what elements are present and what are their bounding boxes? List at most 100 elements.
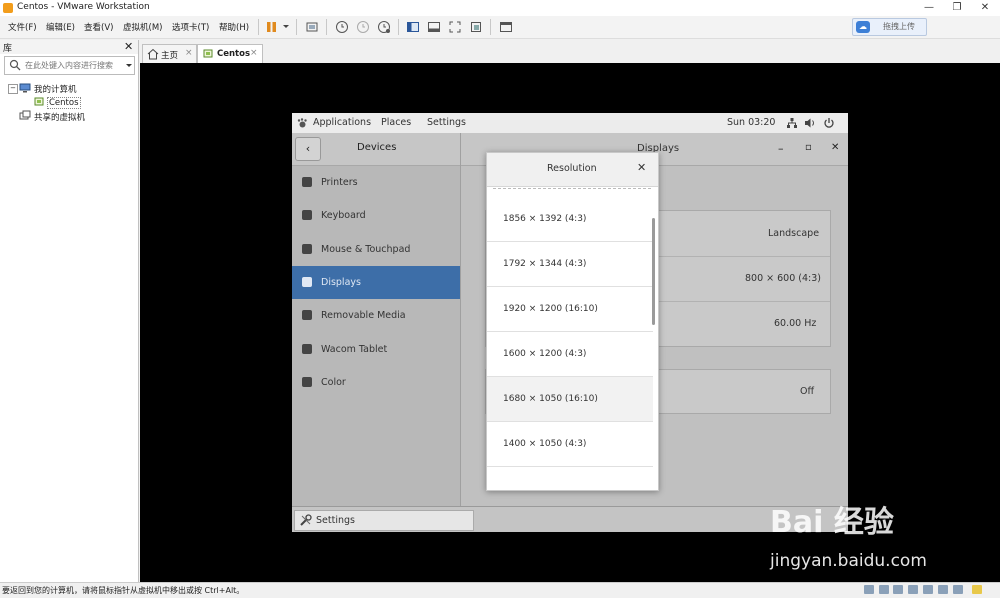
sidebar-item-keyboard[interactable]: Keyboard — [292, 199, 460, 232]
shared-vm-icon — [19, 110, 31, 125]
gnome-clock[interactable]: Sun 03:20 — [727, 117, 775, 128]
tab-centos-label: Centos — [217, 49, 251, 59]
resolution-value[interactable]: 800 × 600 (4:3) — [745, 273, 821, 284]
resolution-option-highlighted[interactable]: 1680 × 1050 (16:10) — [487, 377, 653, 422]
sidebar-item-label: Color — [321, 377, 346, 388]
status-bar: 要返回到您的计算机，请将鼠标指针从虚拟机中移出或按 Ctrl+Alt。 — [0, 582, 1000, 598]
library-panel: 库 ✕ 在此处键入内容进行搜索 − 我的计算机 Centos 共享的虚拟机 — [0, 40, 139, 582]
console-view-icon[interactable] — [498, 19, 514, 35]
toggle-value[interactable]: Off — [800, 386, 814, 397]
mouse-icon — [302, 244, 312, 254]
sidebar-item-removable-media[interactable]: Removable Media — [292, 299, 460, 332]
message-icon[interactable] — [972, 585, 982, 594]
gnome-settings-menu[interactable]: Settings — [427, 117, 466, 128]
sidebar-header: ‹ Devices — [292, 133, 460, 166]
gnome-places-menu[interactable]: Places — [381, 117, 411, 128]
usb-device-icon[interactable] — [893, 585, 903, 594]
refresh-rate-value[interactable]: 60.00 Hz — [774, 318, 816, 329]
search-placeholder: 在此处键入内容进行搜索 — [25, 61, 113, 70]
resolution-option[interactable]: 1792 × 1344 (4:3) — [487, 242, 653, 287]
menu-view[interactable]: 查看(V) — [84, 21, 113, 33]
close-button[interactable]: ✕ — [971, 0, 999, 16]
tab-centos-close[interactable]: × — [250, 48, 258, 58]
power-icon[interactable] — [823, 117, 835, 132]
tree-centos[interactable]: Centos — [47, 97, 81, 109]
menu-vm[interactable]: 虚拟机(M) — [123, 21, 162, 33]
thumbnail-bar-icon[interactable] — [426, 19, 442, 35]
revert-snapshot-icon[interactable] — [355, 19, 371, 35]
wrench-icon — [299, 514, 312, 530]
search-icon — [9, 59, 21, 74]
gnome-foot-icon — [297, 118, 308, 132]
resolution-option[interactable]: 1600 × 1200 (4:3) — [487, 332, 653, 377]
sound-status-icon[interactable] — [923, 585, 933, 594]
resolution-option[interactable]: 1856 × 1392 (4:3) — [487, 197, 653, 242]
resolution-option-label: 1600 × 1200 (4:3) — [503, 349, 587, 359]
orientation-value[interactable]: Landscape — [768, 228, 819, 239]
gnome-applications-menu[interactable]: Applications — [313, 117, 371, 128]
show-library-icon[interactable] — [405, 19, 421, 35]
drag-upload-label: 拖拽上传 — [883, 22, 915, 31]
resolution-option-label: 1856 × 1392 (4:3) — [503, 214, 587, 224]
dialog-scrollbar[interactable] — [652, 218, 655, 325]
send-keys-icon[interactable] — [304, 19, 320, 35]
search-dropdown-icon[interactable] — [125, 60, 133, 73]
resolution-option-label: 1792 × 1344 (4:3) — [503, 259, 587, 269]
menu-file[interactable]: 文件(F) — [8, 21, 37, 33]
library-search-input[interactable]: 在此处键入内容进行搜索 — [4, 56, 135, 75]
dialog-header: Resolution ✕ — [487, 153, 658, 187]
window-title-bar: Centos - VMware Workstation — ❐ ✕ — [0, 0, 1000, 16]
menu-help[interactable]: 帮助(H) — [219, 21, 249, 33]
vm-icon — [33, 96, 45, 111]
cloud-icon: ☁ — [856, 21, 870, 33]
sidebar-item-color[interactable]: Color — [292, 366, 460, 399]
network-icon[interactable] — [786, 117, 798, 132]
volume-icon[interactable] — [804, 117, 816, 132]
dialog-close-button[interactable]: ✕ — [637, 161, 646, 174]
snapshot-manager-icon[interactable] — [376, 19, 392, 35]
snapshot-icon[interactable] — [334, 19, 350, 35]
computer-icon — [19, 82, 31, 97]
sidebar-item-displays[interactable]: Displays — [292, 266, 460, 299]
menu-edit[interactable]: 编辑(E) — [46, 21, 75, 33]
tree-shared-vms[interactable]: 共享的虚拟机 — [34, 111, 85, 123]
resolution-option[interactable]: 1400 × 1050 (4:3) — [487, 422, 653, 467]
hdd-icon[interactable] — [864, 585, 874, 594]
tablet-icon — [302, 344, 312, 354]
sidebar-item-wacom[interactable]: Wacom Tablet — [292, 333, 460, 366]
printer-status-icon[interactable] — [908, 585, 918, 594]
window-maximize-button[interactable]: ▫ — [805, 142, 812, 153]
sidebar-item-label: Printers — [321, 177, 358, 188]
sidebar-item-label: Keyboard — [321, 210, 366, 221]
menu-tabs[interactable]: 选项卡(T) — [172, 21, 209, 33]
sidebar-item-mouse[interactable]: Mouse & Touchpad — [292, 233, 460, 266]
tab-home-close[interactable]: × — [185, 48, 193, 58]
window-minimize-button[interactable]: – — [778, 142, 784, 155]
cd-icon[interactable] — [953, 585, 963, 594]
pause-icon[interactable] — [264, 19, 280, 35]
display-status-icon[interactable] — [938, 585, 948, 594]
sidebar-item-printers[interactable]: Printers — [292, 166, 460, 199]
tab-centos[interactable]: Centos × — [197, 44, 263, 63]
library-close-button[interactable]: ✕ — [124, 40, 133, 53]
tree-collapse-toggle[interactable]: − — [8, 84, 18, 94]
chevron-down-icon[interactable] — [281, 19, 297, 35]
taskbar-settings-item[interactable]: Settings — [294, 510, 474, 531]
tab-home[interactable]: 主页 × — [142, 44, 197, 63]
sidebar-item-label: Mouse & Touchpad — [321, 244, 411, 255]
minimize-button[interactable]: — — [915, 0, 943, 16]
back-button[interactable]: ‹ — [295, 137, 321, 161]
resolution-option[interactable]: 1920 × 1200 (16:10) — [487, 287, 653, 332]
dialog-title: Resolution — [547, 163, 597, 174]
resolution-option-label: 1920 × 1200 (16:10) — [503, 304, 598, 314]
resolution-dialog: Resolution ✕ 1856 × 1392 (4:3) 1792 × 13… — [486, 152, 659, 491]
restore-button[interactable]: ❐ — [943, 0, 971, 16]
network-adapter-icon[interactable] — [879, 585, 889, 594]
tree-my-computer[interactable]: 我的计算机 — [34, 83, 77, 95]
window-close-button[interactable]: ✕ — [831, 142, 839, 153]
settings-sidebar: ‹ Devices Printers Keyboard Mouse & Touc… — [292, 133, 461, 506]
fullscreen-icon[interactable] — [447, 19, 463, 35]
drag-upload-button[interactable]: ☁ 拖拽上传 — [852, 18, 927, 36]
unity-icon[interactable] — [468, 19, 484, 35]
sidebar-item-label: Wacom Tablet — [321, 344, 388, 355]
